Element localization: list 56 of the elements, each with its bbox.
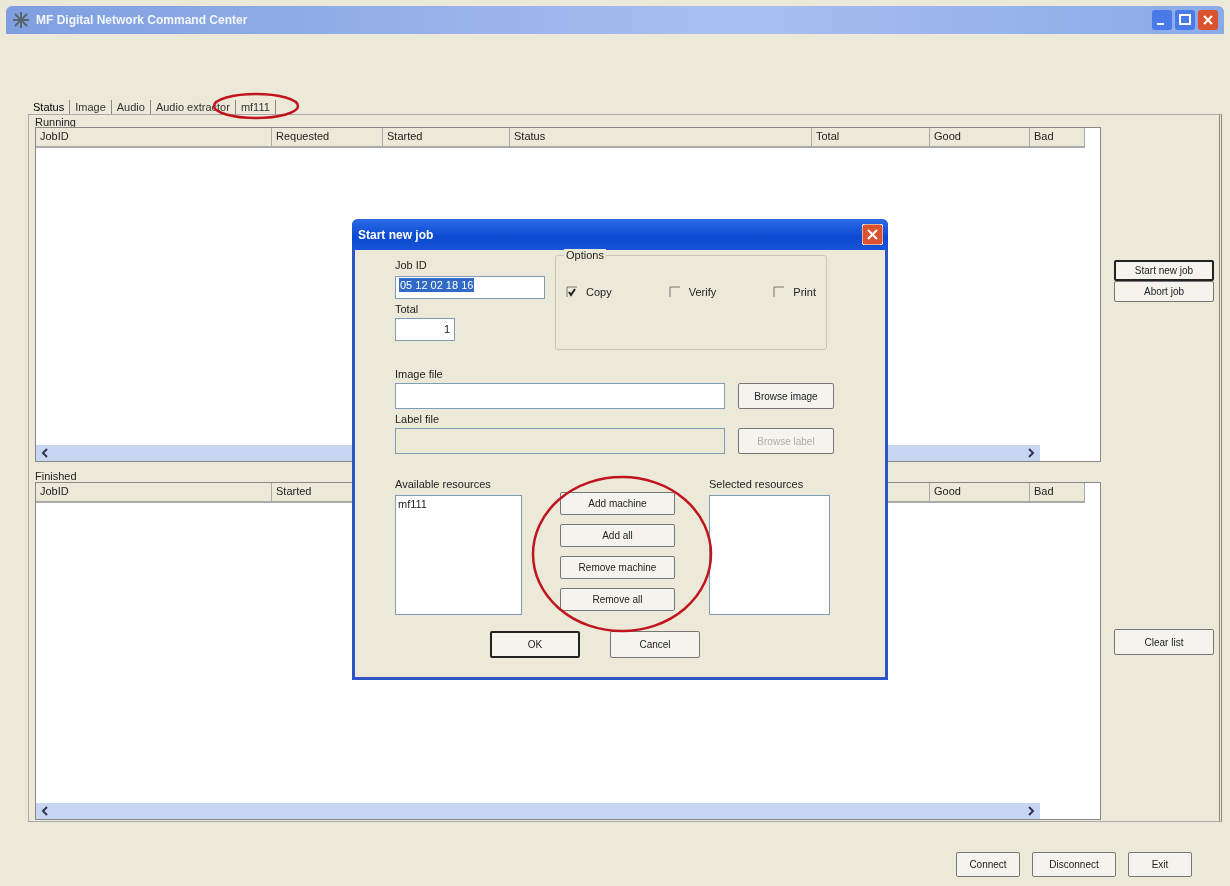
resource-list[interactable]: mf111 bbox=[395, 495, 522, 615]
close-icon[interactable] bbox=[1198, 10, 1218, 30]
input-field[interactable]: 1 bbox=[395, 318, 455, 341]
maximize-icon[interactable] bbox=[1175, 10, 1195, 30]
column-header[interactable]: Started bbox=[383, 128, 510, 148]
dialog-title: Start new job bbox=[358, 227, 434, 242]
action-button[interactable]: Remove all bbox=[560, 588, 675, 611]
checkbox-icon[interactable] bbox=[668, 286, 681, 298]
checkbox-label: Verify bbox=[688, 286, 717, 298]
dialog-button[interactable]: OK bbox=[490, 631, 580, 658]
scrollbar[interactable] bbox=[36, 803, 1040, 819]
list-label: Selected resources bbox=[709, 477, 805, 491]
bottom-button[interactable]: Connect bbox=[956, 852, 1020, 877]
window-title: MF Digital Network Command Center bbox=[36, 13, 248, 27]
checkbox-icon[interactable] bbox=[773, 286, 786, 298]
column-header[interactable]: Status bbox=[510, 128, 812, 148]
checkbox[interactable]: Print bbox=[773, 286, 816, 298]
column-header[interactable]: Total bbox=[812, 128, 930, 148]
field-label: Image file bbox=[395, 367, 444, 381]
field-label: Total bbox=[395, 302, 420, 316]
checkbox[interactable]: Verify bbox=[668, 286, 717, 298]
column-header[interactable]: Good bbox=[930, 483, 1030, 503]
app-icon bbox=[12, 11, 30, 29]
close-icon[interactable] bbox=[862, 224, 883, 245]
input-field[interactable]: 05 12 02 18 16 bbox=[395, 276, 545, 299]
action-button[interactable]: Add all bbox=[560, 524, 675, 547]
checkbox-label: Print bbox=[793, 286, 816, 298]
group-label: Running bbox=[35, 117, 76, 127]
column-header[interactable]: Good bbox=[930, 128, 1030, 148]
column-header[interactable]: Bad bbox=[1030, 128, 1085, 148]
resource-list[interactable] bbox=[709, 495, 830, 615]
side-button[interactable]: Abort job bbox=[1114, 281, 1214, 302]
minimize-icon[interactable] bbox=[1152, 10, 1172, 30]
input-field[interactable] bbox=[395, 383, 725, 409]
group-label: Options bbox=[564, 249, 606, 261]
action-button[interactable]: Add machine bbox=[560, 492, 675, 515]
column-header[interactable]: JobID bbox=[36, 483, 272, 503]
list-item[interactable]: mf111 bbox=[398, 498, 427, 510]
side-button[interactable]: Start new job bbox=[1114, 260, 1214, 281]
clear-list-button[interactable]: Clear list bbox=[1114, 629, 1214, 655]
field-label: Label file bbox=[395, 412, 441, 426]
bottom-button[interactable]: Disconnect bbox=[1032, 852, 1116, 877]
group-label: Finished bbox=[35, 469, 77, 482]
column-header[interactable]: Bad bbox=[1030, 483, 1085, 503]
dialog-button[interactable]: Cancel bbox=[610, 631, 700, 658]
field-value: 05 12 02 18 16 bbox=[399, 278, 475, 292]
list-label: Available resources bbox=[395, 477, 492, 491]
checkbox[interactable]: Copy bbox=[566, 286, 612, 298]
checkbox-label: Copy bbox=[586, 286, 612, 298]
column-header[interactable]: JobID bbox=[36, 128, 272, 148]
action-button[interactable]: Remove machine bbox=[560, 556, 675, 579]
browse-button[interactable]: Browse image bbox=[738, 383, 834, 409]
bottom-button[interactable]: Exit bbox=[1128, 852, 1192, 877]
field-label: Job ID bbox=[395, 258, 428, 272]
column-header[interactable]: Requested bbox=[272, 128, 383, 148]
checkbox-icon[interactable] bbox=[566, 286, 578, 298]
